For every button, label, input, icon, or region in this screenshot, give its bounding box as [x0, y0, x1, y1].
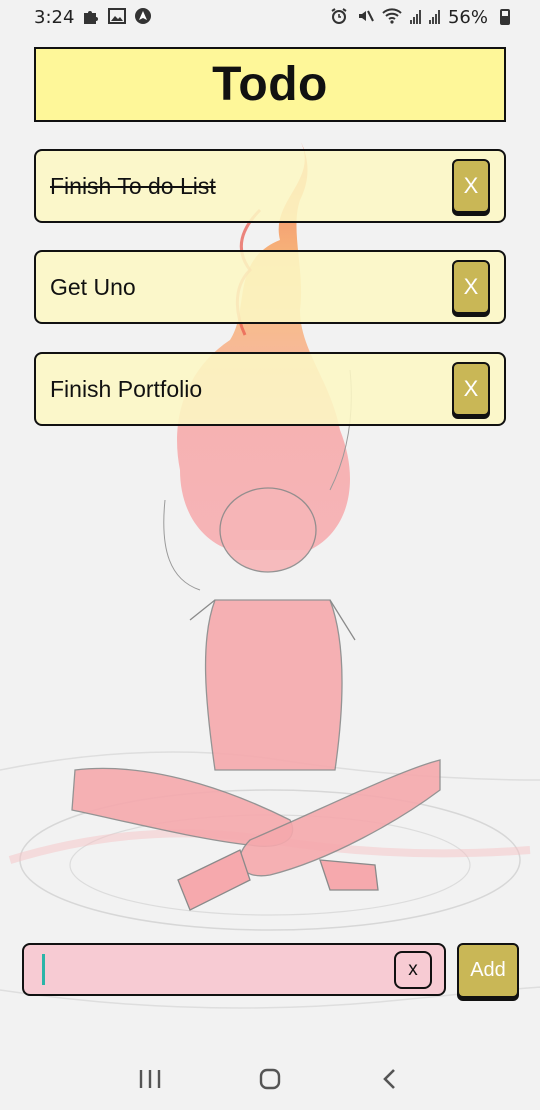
- nav-arrow-icon: [134, 7, 152, 28]
- new-todo-field[interactable]: x: [22, 943, 446, 996]
- todo-item-text[interactable]: Get Uno: [50, 274, 452, 301]
- signal-icon: [428, 10, 440, 24]
- new-todo-input[interactable]: [40, 945, 394, 994]
- battery-percent: 56%: [447, 6, 488, 28]
- mute-icon: [356, 7, 374, 28]
- recents-icon[interactable]: [130, 1059, 170, 1099]
- todo-item[interactable]: Finish To do List X: [34, 149, 506, 223]
- todo-item-text[interactable]: Finish Portfolio: [50, 376, 452, 403]
- clear-input-button[interactable]: x: [394, 950, 432, 989]
- image-icon: [108, 7, 127, 27]
- app-screen: 3:24 56% Todo Finish To do List X Get Un…: [0, 0, 540, 1110]
- delete-todo-button[interactable]: X: [452, 362, 490, 416]
- header-banner: Todo: [34, 47, 506, 122]
- text-caret: [42, 954, 45, 985]
- delete-todo-button[interactable]: X: [452, 260, 490, 314]
- back-icon[interactable]: [370, 1059, 410, 1099]
- todo-item[interactable]: Finish Portfolio X: [34, 352, 506, 426]
- puzzle-icon: [82, 7, 100, 28]
- todo-item[interactable]: Get Uno X: [34, 250, 506, 324]
- alarm-icon: [330, 7, 348, 28]
- add-todo-button[interactable]: Add: [457, 943, 519, 998]
- home-icon[interactable]: [250, 1059, 290, 1099]
- wifi-icon: [382, 7, 402, 27]
- status-left: 3:24: [34, 7, 152, 28]
- delete-todo-button[interactable]: X: [452, 159, 490, 213]
- system-nav-bar: [0, 1048, 540, 1110]
- page-title: Todo: [212, 58, 328, 111]
- signal-icon: [409, 10, 421, 24]
- status-right: 56%: [330, 7, 510, 28]
- status-time: 3:24: [34, 6, 75, 28]
- todo-item-text[interactable]: Finish To do List: [50, 173, 452, 200]
- status-bar: 3:24 56%: [0, 0, 540, 34]
- battery-icon: [500, 9, 510, 25]
